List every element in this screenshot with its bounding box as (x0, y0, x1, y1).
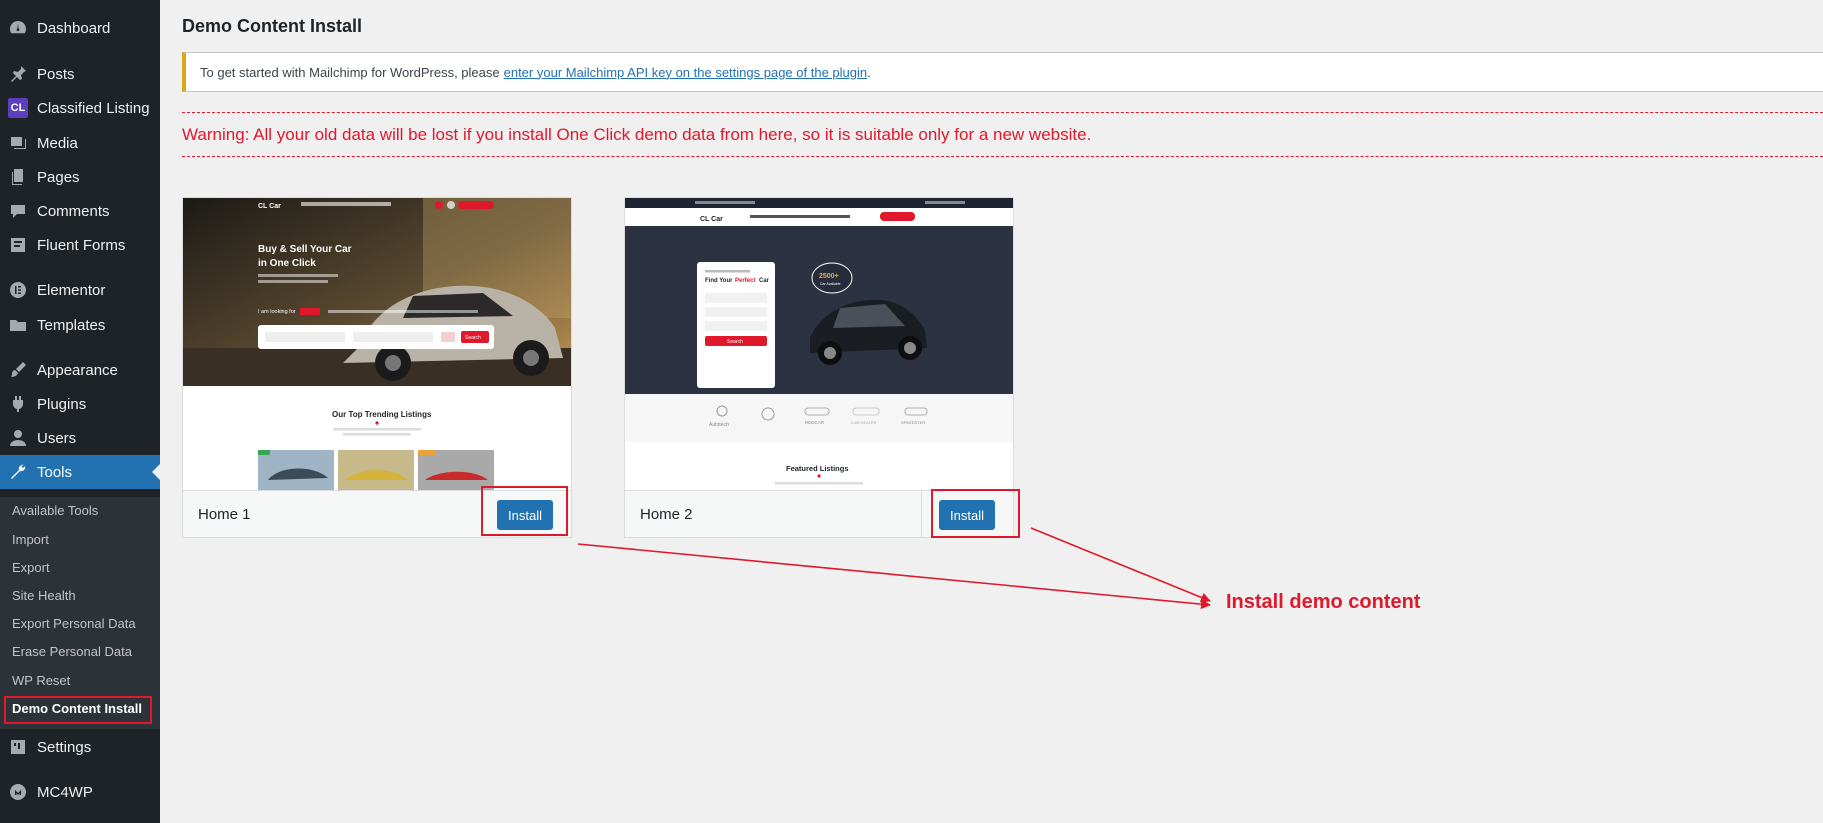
data-loss-warning: Warning: All your old data will be lost … (182, 112, 1823, 157)
preview-section-title: Our Top Trending Listings (332, 410, 432, 419)
sidebar-item-label: Settings (37, 738, 92, 756)
mailchimp-notice: To get started with Mailchimp for WordPr… (182, 52, 1823, 92)
preview-search-btn: Search (727, 339, 743, 345)
pages-icon (8, 167, 28, 187)
settings-icon (8, 737, 28, 757)
sidebar-item-media[interactable]: Media (0, 126, 160, 160)
sidebar-item-label: Posts (37, 65, 75, 83)
preview-brand: SPEEDSTER (901, 420, 925, 425)
preview-find-3: Car (759, 278, 770, 284)
media-icon (8, 133, 28, 153)
demo-name: Home 1 (198, 506, 251, 523)
sidebar-item-label: Fluent Forms (37, 236, 126, 254)
install-highlight-box-1 (481, 486, 568, 536)
install-highlight-box-2 (931, 489, 1020, 538)
sidebar-item-appearance[interactable]: Appearance (0, 353, 160, 387)
sidebar-item-plugins[interactable]: Plugins (0, 387, 160, 421)
user-icon (8, 428, 28, 448)
sidebar-item-label: Appearance (37, 361, 118, 379)
install-demo-callout: Install demo content (1226, 591, 1421, 613)
demo-name: Home 2 (640, 506, 693, 523)
sidebar-item-label: Dashboard (37, 19, 111, 37)
sidebar-item-elementor[interactable]: Elementor (0, 273, 160, 307)
dashboard-icon (8, 18, 28, 38)
comment-icon (8, 201, 28, 221)
preview-looking-for: I am looking for (258, 309, 296, 315)
sidebar-item-label: Users (37, 429, 77, 447)
arrow-from-home-1 (577, 543, 1211, 610)
preview-section-title: Featured Listings (786, 464, 849, 473)
sidebar-item-users[interactable]: Users (0, 421, 160, 455)
cl-logo-icon: CL (8, 98, 28, 118)
preview-badge-number: 2500+ (819, 273, 839, 280)
submenu-highlight-box (4, 696, 152, 724)
sidebar-item-label: Templates (37, 316, 106, 334)
preview-brand: REDCAR (805, 420, 825, 425)
sidebar-item-label: Classified Listing (37, 99, 150, 117)
sidebar-item-label: Tools (37, 463, 73, 481)
sidebar-item-fluent-forms[interactable]: Fluent Forms (0, 228, 160, 262)
preview-logo: CL Car (258, 203, 281, 210)
sidebar-item-label: Pages (37, 168, 80, 186)
preview-search-btn: Search (465, 335, 481, 341)
sidebar-item-dashboard[interactable]: Dashboard (0, 11, 160, 45)
preview-logo: CL Car (700, 216, 723, 223)
submenu-export[interactable]: Export (12, 560, 50, 575)
preview-headline-1: Buy & Sell Your Car (258, 244, 352, 255)
sidebar-item-templates[interactable]: Templates (0, 308, 160, 342)
pin-icon (8, 64, 28, 84)
admin-sidebar: Dashboard Posts CL Classified Listing Me… (0, 0, 160, 823)
sidebar-item-posts[interactable]: Posts (0, 57, 160, 91)
submenu-available-tools[interactable]: Available Tools (12, 503, 98, 518)
footer-divider (921, 491, 922, 538)
preview-find-2: Perfect (735, 278, 755, 284)
sidebar-item-mc4wp[interactable]: MC4WP (0, 775, 160, 809)
submenu-export-personal-data[interactable]: Export Personal Data (12, 616, 136, 631)
arrow-from-home-2 (1030, 527, 1211, 603)
mc4wp-icon (8, 782, 28, 802)
submenu-site-health[interactable]: Site Health (12, 588, 76, 603)
sidebar-item-label: Comments (37, 202, 110, 220)
sidebar-item-pages[interactable]: Pages (0, 160, 160, 194)
sidebar-item-label: MC4WP (37, 783, 93, 801)
mailchimp-settings-link[interactable]: enter your Mailchimp API key on the sett… (504, 65, 868, 80)
sidebar-item-classified-listing[interactable]: CL Classified Listing (0, 91, 160, 125)
submenu-wp-reset[interactable]: WP Reset (12, 673, 70, 688)
preview-brand: CAR DEALER (851, 420, 877, 425)
notice-text: To get started with Mailchimp for WordPr… (200, 64, 500, 80)
demo-preview-home-2: CL Car Find Your Perfect Car Search 2500… (625, 198, 1013, 490)
active-indicator (152, 464, 160, 480)
submenu-erase-personal-data[interactable]: Erase Personal Data (12, 644, 132, 659)
demo-card-home-2: CL Car Find Your Perfect Car Search 2500… (624, 197, 1014, 538)
preview-badge-text: Car Available (820, 282, 841, 286)
page-title: Demo Content Install (182, 16, 363, 36)
folder-icon (8, 315, 28, 335)
sidebar-item-settings[interactable]: Settings (0, 730, 160, 764)
notice-end: . (867, 64, 871, 80)
demo-preview-home-1: CL Car Buy & Sell Your Car in One Click … (183, 198, 571, 490)
sidebar-item-label: Plugins (37, 395, 87, 413)
sidebar-item-label: Media (37, 134, 78, 152)
elementor-icon (8, 280, 28, 300)
preview-find-1: Find Your (705, 278, 733, 284)
preview-brand: Autotech (709, 422, 729, 428)
plugin-icon (8, 394, 28, 414)
brush-icon (8, 360, 28, 380)
sidebar-item-tools[interactable]: Tools (0, 455, 160, 489)
forms-icon (8, 235, 28, 255)
preview-headline-2: in One Click (258, 258, 316, 269)
submenu-import[interactable]: Import (12, 532, 49, 547)
wrench-icon (8, 462, 28, 482)
sidebar-item-comments[interactable]: Comments (0, 194, 160, 228)
sidebar-item-label: Elementor (37, 281, 106, 299)
